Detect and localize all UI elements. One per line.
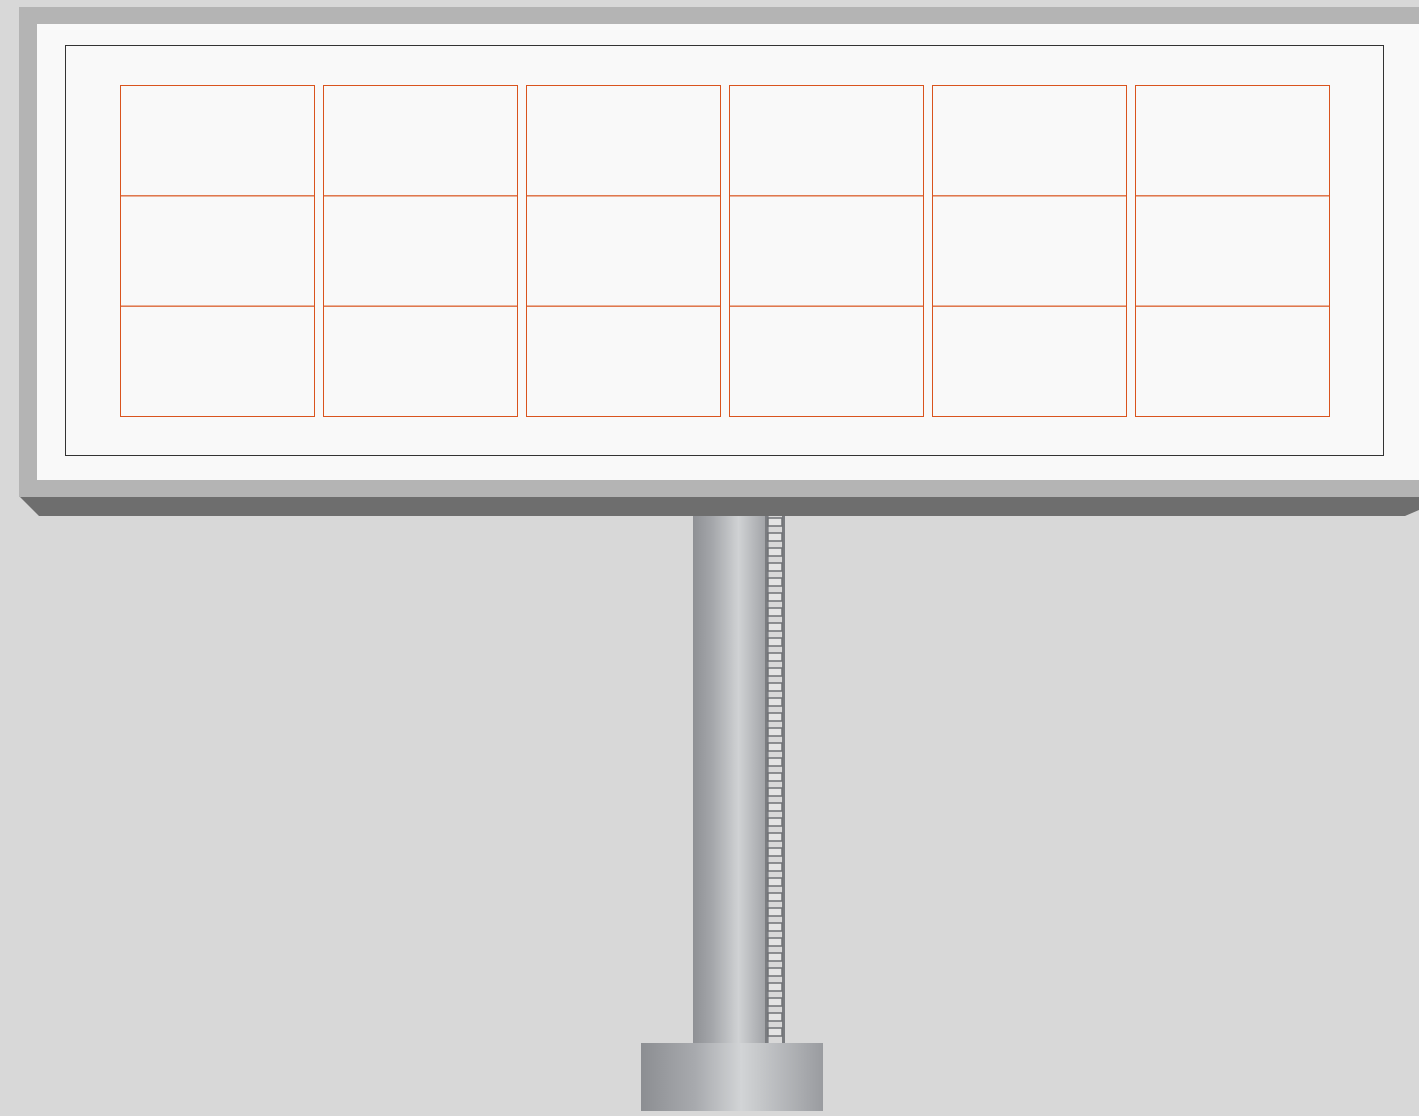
ladder-rung: [767, 727, 783, 737]
ladder-rung: [767, 1012, 783, 1022]
ladder-rung: [767, 922, 783, 932]
ladder-rung: [767, 787, 783, 797]
ladder-rung: [767, 517, 783, 527]
ladder-rung: [767, 937, 783, 947]
ladder-rung: [767, 577, 783, 587]
ladder-rung: [767, 1027, 783, 1037]
ladder-rung: [767, 877, 783, 887]
ladder-rung: [767, 832, 783, 842]
ladder-rung: [767, 682, 783, 692]
ladder-rung: [767, 607, 783, 617]
ladder-rung: [767, 622, 783, 632]
pole-base: [641, 1043, 823, 1111]
ladder-rung: [767, 967, 783, 977]
billboard-pole: [693, 514, 769, 1046]
ladder-rung: [767, 847, 783, 857]
ladder-rung: [767, 742, 783, 752]
ladder-rung: [767, 802, 783, 812]
ladder-rung: [767, 652, 783, 662]
ladder-rung: [767, 637, 783, 647]
ladder-rung: [767, 952, 783, 962]
billboard-scene: [0, 0, 1419, 1111]
ladder-rung: [767, 712, 783, 722]
ladder-rung: [767, 907, 783, 917]
ladder-rung: [767, 532, 783, 542]
billboard-panel: [37, 24, 1419, 480]
billboard-illustration: [19, 7, 1419, 1111]
ladder-rung: [767, 772, 783, 782]
ladder-rung: [767, 982, 783, 992]
ladder-rung: [767, 862, 783, 872]
ladder-rung: [767, 817, 783, 827]
ladder-rung: [767, 697, 783, 707]
ladder-rung: [767, 667, 783, 677]
ladder-rung: [767, 892, 783, 902]
ladder-rung: [767, 997, 783, 1007]
billboard-bottom-edge: [19, 496, 1419, 516]
ladder-rung: [767, 547, 783, 557]
ladder-rung: [767, 562, 783, 572]
pole-ladder: [765, 514, 785, 1044]
ladder-rung: [767, 592, 783, 602]
ladder-rung: [767, 757, 783, 767]
